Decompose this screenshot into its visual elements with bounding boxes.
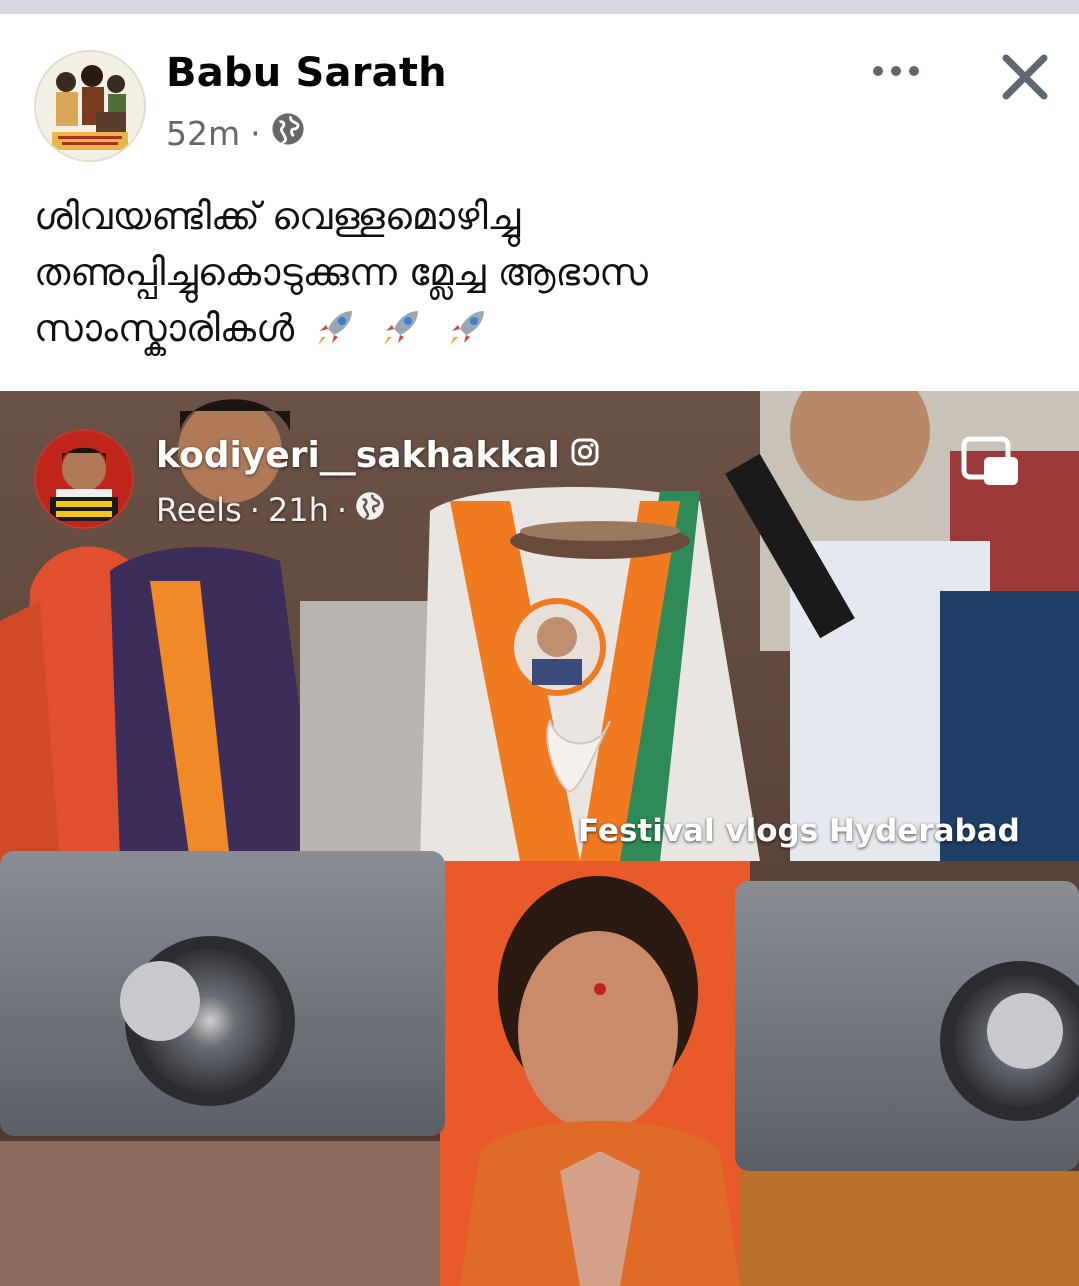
reel-type: Reels <box>156 491 242 529</box>
post-time[interactable]: 52m <box>166 114 240 153</box>
reel-author-avatar[interactable] <box>34 429 134 529</box>
video-watermark: Festival vlogs Hyderabad <box>578 813 1020 849</box>
instagram-icon <box>570 435 600 476</box>
reel-time[interactable]: 21h <box>268 491 329 529</box>
meta-separator: · <box>250 113 261 153</box>
post-caption: ശിവയണ്ടിക്ക് വെള്ളമൊഴിച്ചു തണുപ്പിച്ചുകൊ… <box>34 188 1034 356</box>
rocket-icon <box>378 303 426 351</box>
rocket-icon <box>312 303 360 351</box>
reel-meta: Reels · 21h · <box>156 491 385 529</box>
author-avatar[interactable] <box>34 50 146 162</box>
reel-video[interactable]: kodiyeri__sakhakkal Reels · 21h · Festiv… <box>0 391 1079 1286</box>
globe-icon <box>271 112 305 154</box>
close-icon[interactable] <box>996 48 1054 106</box>
caption-text: സാംസ്കാരികൾ <box>34 306 295 350</box>
status-strip <box>0 0 1079 14</box>
meta-separator: · <box>249 491 260 529</box>
picture-in-picture-icon[interactable] <box>960 435 1020 489</box>
reel-username-text[interactable]: kodiyeri__sakhakkal <box>156 435 560 476</box>
rocket-icon <box>444 303 492 351</box>
caption-line: സാംസ്കാരികൾ <box>34 300 1034 356</box>
meta-separator: · <box>336 491 348 529</box>
post-meta: 52m · <box>166 112 305 154</box>
post-header: Babu Sarath 52m · <box>0 14 1079 162</box>
globe-icon <box>355 491 385 529</box>
caption-line: ശിവയണ്ടിക്ക് വെള്ളമൊഴിച്ചു <box>34 194 521 238</box>
more-options-icon[interactable] <box>866 56 926 86</box>
reel-username[interactable]: kodiyeri__sakhakkal <box>156 435 600 476</box>
author-name[interactable]: Babu Sarath <box>166 50 447 96</box>
caption-line: തണുപ്പിച്ചുകൊടുക്കുന്ന മ്ലേച്ച ആഭാസ <box>34 250 648 294</box>
